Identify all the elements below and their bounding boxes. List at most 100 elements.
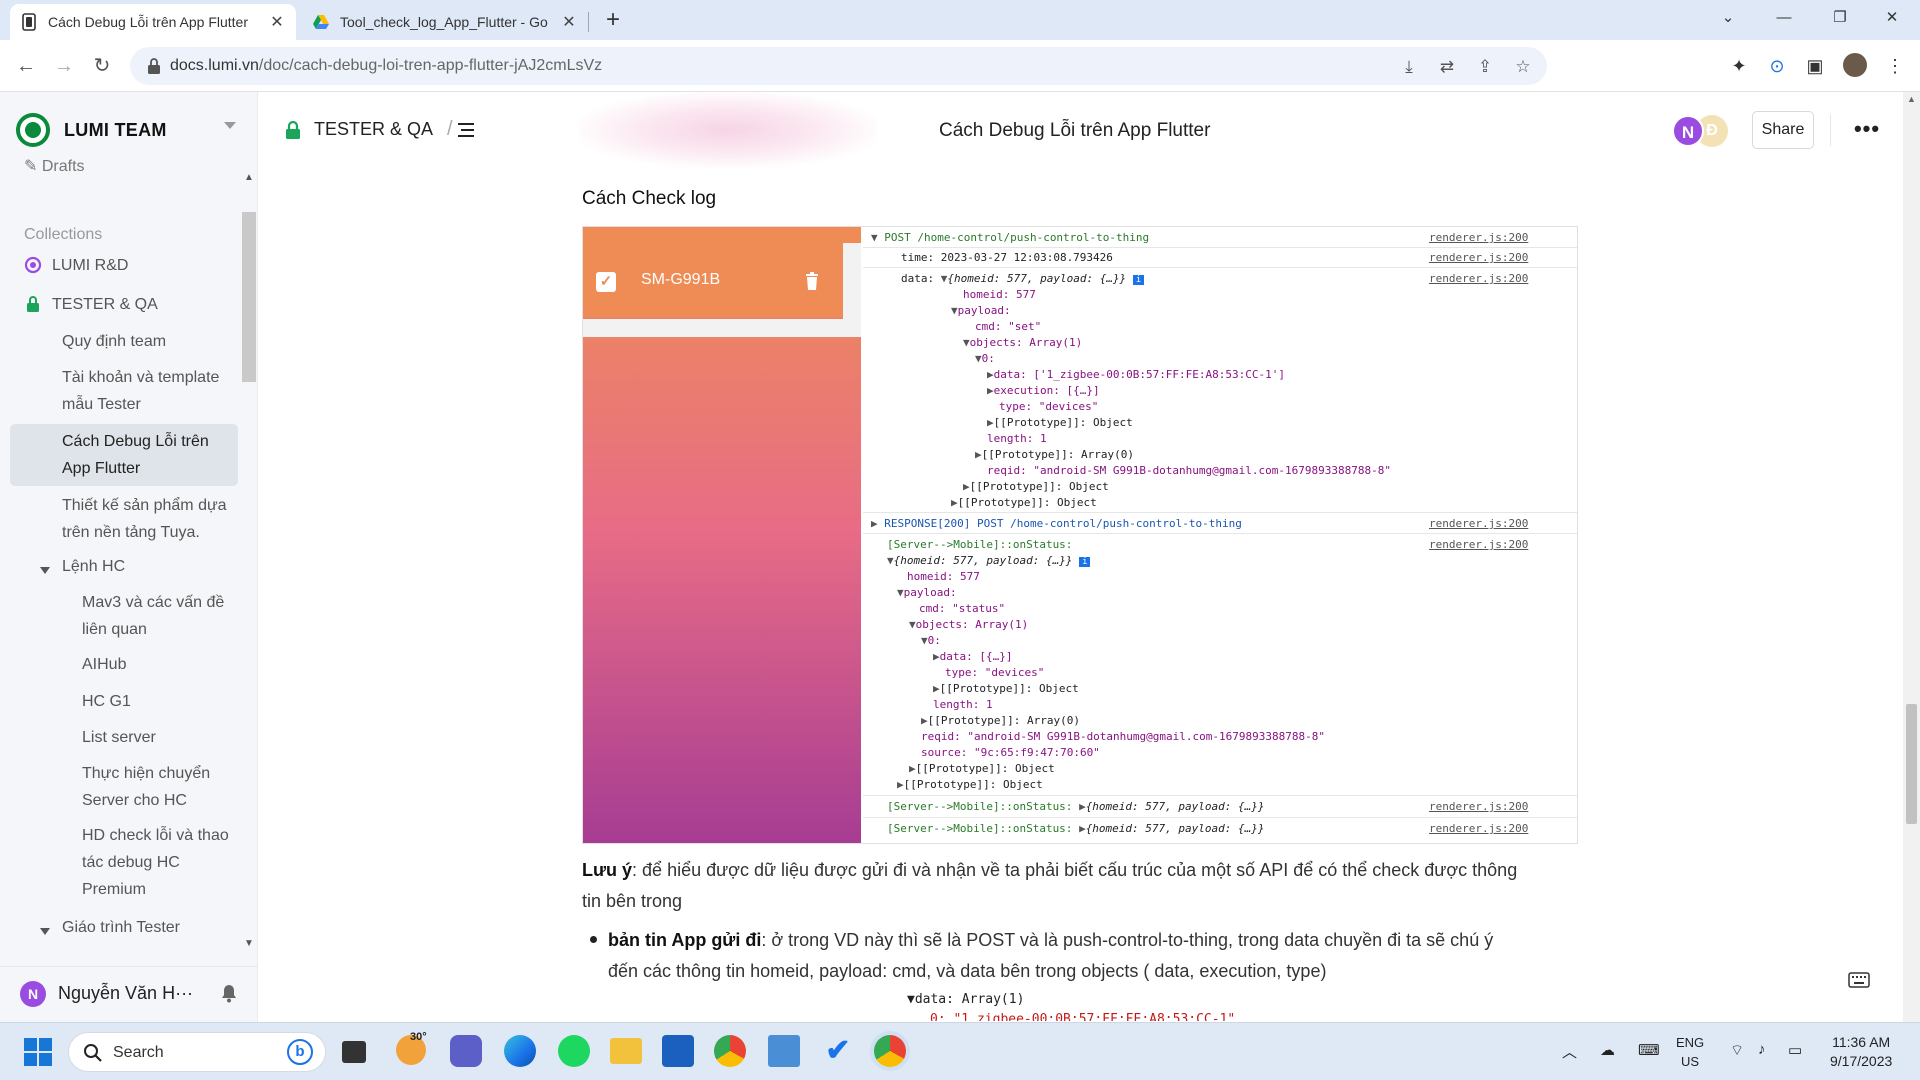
console-line: ▼0:: [921, 634, 941, 647]
battery-icon[interactable]: ▭: [1788, 1041, 1802, 1059]
console-text: POST /home-control/push-control-to-thing: [884, 231, 1150, 244]
forward-button[interactable]: →: [48, 50, 80, 82]
show-hidden-icons[interactable]: ︿: [1562, 1041, 1577, 1062]
sidebar-item-thuc-hien[interactable]: Thực hiện chuyển Server cho HC: [10, 760, 238, 814]
new-tab-button[interactable]: +: [598, 6, 628, 36]
bell-icon[interactable]: [220, 983, 238, 1003]
search-placeholder: Search: [113, 1044, 164, 1061]
sidebar-item-lenh-hc[interactable]: Lệnh HC: [10, 553, 238, 580]
chrome-active-icon[interactable]: [874, 1035, 906, 1067]
console-line: cmd: "set": [975, 320, 1042, 333]
close-window-button[interactable]: ✕: [1864, 0, 1920, 36]
console-line: reqid: "android-SM G991B-dotanhumg@gmail…: [987, 464, 1391, 477]
browser-menu-icon[interactable]: ⋮: [1882, 53, 1908, 79]
sidebar-item-hc-g1[interactable]: HC G1: [10, 688, 238, 715]
console-text: 0:: [927, 634, 941, 647]
sidebar-item-cach-debug[interactable]: Cách Debug Lỗi trên App Flutter: [10, 424, 238, 486]
microsoft-store-icon[interactable]: [662, 1035, 694, 1067]
browser-toolbar: ← → ↻ docs.lumi.vn/doc/cach-debug-loi-tr…: [0, 40, 1920, 92]
sidebar-item-mav3[interactable]: Mav3 và các vấn đề liên quan: [10, 589, 238, 643]
wifi-icon[interactable]: ⌔: [1730, 1041, 1744, 1060]
scroll-up-arrow[interactable]: ▲: [1907, 94, 1916, 104]
minimize-button[interactable]: —: [1756, 0, 1812, 36]
console-line: ▼objects: Array(1): [963, 336, 1083, 349]
console-text: [[Prototype]]: Object: [957, 496, 1097, 509]
search-icon: [84, 1044, 102, 1062]
avatar[interactable]: N: [1672, 115, 1704, 147]
spotify-icon[interactable]: [558, 1035, 590, 1067]
bing-icon[interactable]: b: [287, 1039, 313, 1065]
sidebar-scrollbar[interactable]: [242, 212, 256, 382]
maximize-button[interactable]: ❐: [1812, 0, 1868, 36]
share-page-icon[interactable]: ⇪: [1474, 56, 1496, 78]
console-line: ▶[[Prototype]]: Object: [897, 778, 1043, 791]
onedrive-icon[interactable]: ☁: [1600, 1041, 1615, 1059]
windows-start-icon[interactable]: [22, 1036, 54, 1068]
console-line: [Server-->Mobile]::onStatus: ▶{homeid: 5…: [887, 800, 1265, 813]
file-explorer-icon[interactable]: [610, 1038, 642, 1064]
translate-icon[interactable]: ⇄: [1436, 56, 1458, 78]
volume-icon[interactable]: ♪: [1758, 1041, 1766, 1058]
sidebar-item-quy-dinh-team[interactable]: Quy định team: [10, 328, 238, 355]
console-text: [[Prototype]]: Object: [915, 762, 1055, 775]
edge-browser-icon[interactable]: [504, 1035, 536, 1067]
back-button[interactable]: ←: [10, 50, 42, 82]
user-menu[interactable]: N Nguyễn Văn H···: [0, 966, 257, 1022]
trash-icon: [806, 272, 818, 290]
close-icon[interactable]: ✕: [268, 12, 286, 32]
phone-app-preview: ✓ SM-G991B: [583, 227, 861, 843]
tab-active[interactable]: Cách Debug Lỗi trên App Flutter ✕: [10, 4, 296, 40]
share-button[interactable]: Share: [1752, 111, 1814, 149]
keyboard-icon[interactable]: [1848, 972, 1870, 988]
note-paragraph: Lưu ý: để hiểu được dữ liệu được gửi đi …: [582, 855, 1582, 917]
todo-check-icon[interactable]: ✔: [822, 1035, 854, 1067]
more-options-button[interactable]: •••: [1850, 114, 1884, 148]
sidebar-item-tester-qa[interactable]: TESTER & QA: [10, 291, 238, 318]
team-switcher[interactable]: LUMI TEAM: [16, 112, 167, 148]
scroll-up-arrow[interactable]: ▲: [244, 172, 254, 183]
sidebar-item-tai-khoan[interactable]: Tài khoản và template mẫu Tester: [10, 364, 238, 418]
scroll-down-arrow[interactable]: ▼: [244, 938, 254, 949]
sidebar-item-thiet-ke[interactable]: Thiết kế sản phẩm dựa trên nền tảng Tuya…: [10, 492, 238, 546]
console-text: data:: [901, 272, 941, 285]
breadcrumb[interactable]: TESTER & QA /: [284, 118, 453, 141]
install-app-icon[interactable]: ⤓: [1398, 56, 1420, 78]
extensions-icon[interactable]: ✦: [1726, 53, 1752, 79]
url-domain: docs.lumi.vn: [170, 57, 259, 74]
remote-desktop-icon[interactable]: [768, 1035, 800, 1067]
sidebar-item-giao-trinh[interactable]: Giáo trình Tester: [10, 914, 238, 941]
scrollbar-thumb[interactable]: [1906, 704, 1917, 824]
keyboard-icon[interactable]: ⌨: [1638, 1041, 1660, 1059]
console-line: ▶[[Prototype]]: Object: [909, 762, 1055, 775]
download-icon[interactable]: ⊙: [1764, 53, 1790, 79]
lock-icon: [148, 58, 160, 74]
console-line: ▼{homeid: 577, payload: {…}} i: [887, 554, 1091, 569]
task-view-icon[interactable]: [342, 1041, 366, 1063]
profile-avatar-icon[interactable]: [1842, 53, 1868, 79]
sidebar-item-list-server[interactable]: List server: [10, 724, 238, 751]
sidebar-item-aihub[interactable]: AIHub: [10, 651, 238, 678]
device-name: SM-G991B: [641, 271, 721, 288]
page-scrollbar[interactable]: ▲: [1903, 92, 1920, 1022]
close-icon[interactable]: ✕: [560, 12, 578, 32]
sidebar-item-hd-check[interactable]: HD check lỗi và thao tác debug HC Premiu…: [10, 822, 238, 903]
console-text: [[Prototype]]: Object: [993, 416, 1133, 429]
bookmark-star-icon[interactable]: ☆: [1512, 56, 1534, 78]
sidebar-item-drafts[interactable]: ✎ Drafts: [24, 156, 85, 176]
taskbar-search[interactable]: Search b: [68, 1032, 326, 1072]
sidebar-item-lumi-rd[interactable]: LUMI R&D: [10, 252, 238, 279]
tab-search-icon[interactable]: ⌄: [1700, 0, 1756, 36]
chevron-down-icon[interactable]: [224, 122, 236, 129]
url-text: docs.lumi.vn/doc/cach-debug-loi-tren-app…: [170, 57, 602, 75]
reload-button[interactable]: ↻: [86, 50, 118, 82]
language-indicator[interactable]: ENG US: [1676, 1033, 1704, 1071]
system-clock[interactable]: 11:36 AM 9/17/2023: [1830, 1033, 1892, 1071]
address-bar[interactable]: docs.lumi.vn/doc/cach-debug-loi-tren-app…: [130, 47, 1547, 85]
teams-chat-icon[interactable]: [450, 1035, 482, 1067]
side-panel-icon[interactable]: ▣: [1802, 53, 1828, 79]
table-of-contents-icon[interactable]: [458, 122, 474, 138]
console-text: data: [{…}]: [939, 650, 1013, 663]
chrome-icon[interactable]: [714, 1035, 746, 1067]
user-name: Nguyễn Văn H···: [58, 983, 194, 1003]
tab-inactive[interactable]: Tool_check_log_App_Flutter - Go ✕: [302, 4, 588, 40]
